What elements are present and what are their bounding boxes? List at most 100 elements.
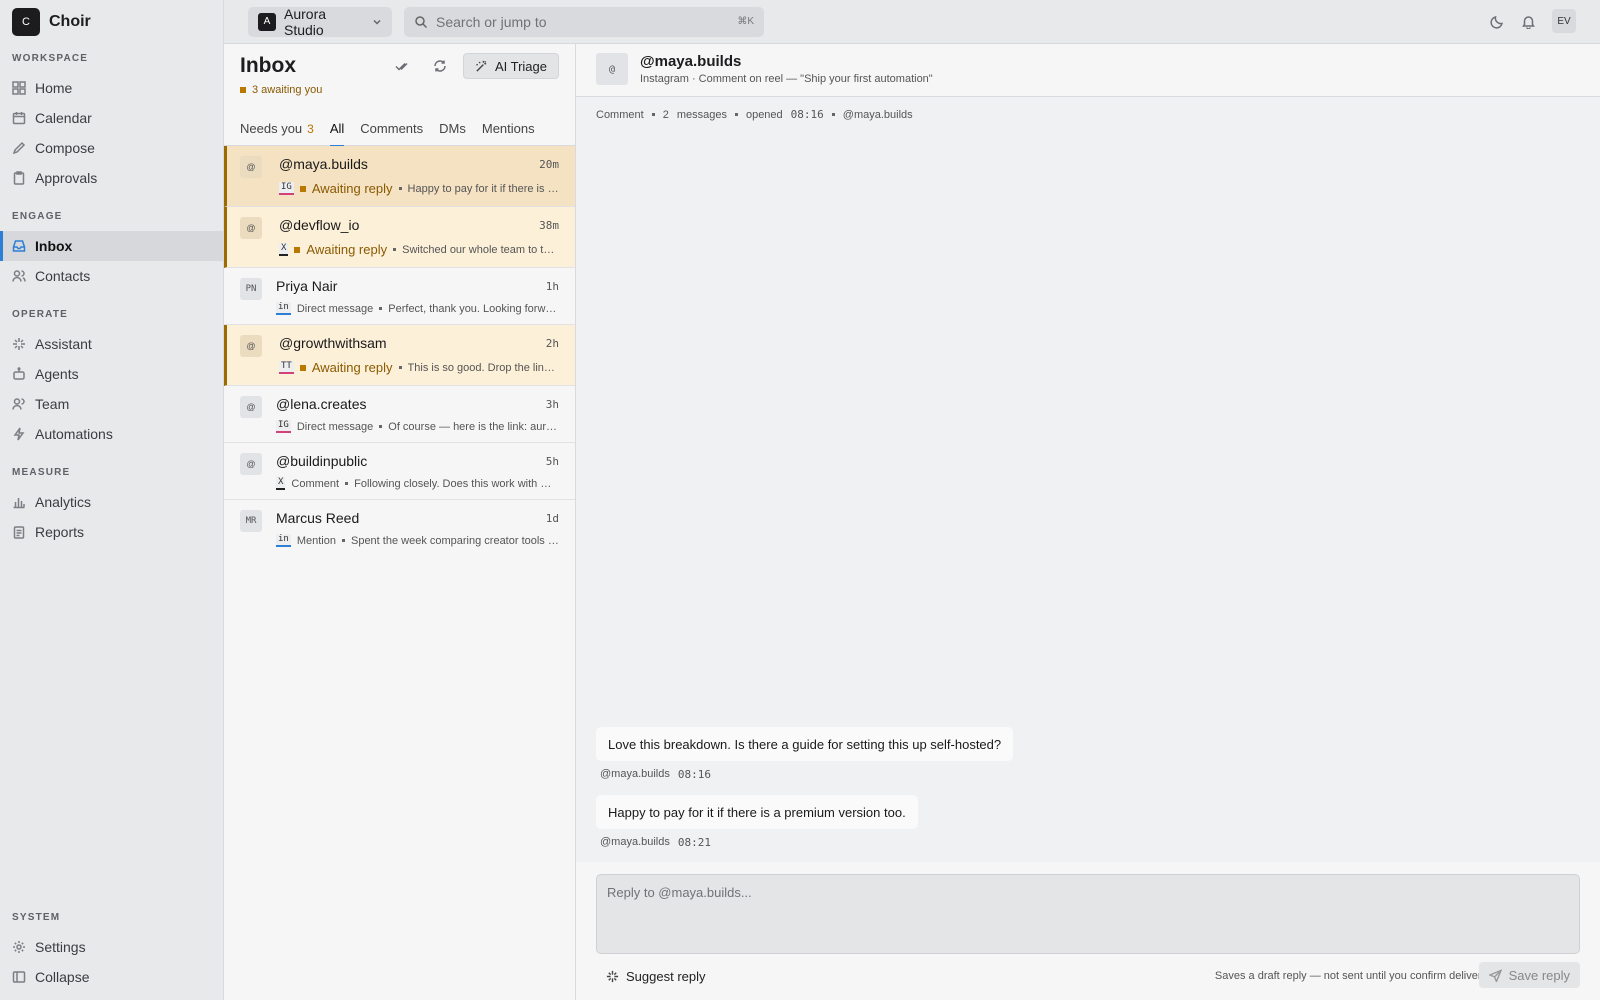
suggest-reply-label: Suggest reply <box>626 968 706 984</box>
inbox-header: Inbox 3 awaiting you AI Triage <box>224 44 575 112</box>
channel-badge: in <box>276 302 291 315</box>
grid-icon <box>12 81 26 95</box>
pen-icon <box>12 141 26 155</box>
avatar: @ <box>240 453 262 475</box>
conversation-time: 2h <box>545 337 559 350</box>
awaiting-text: 3 awaiting you <box>252 84 323 96</box>
awaiting-marker <box>240 87 246 93</box>
sidebar: C Choir WORKSPACE Home Calendar Compose … <box>0 0 224 1000</box>
reply-composer: Suggest reply Saves a draft reply — not … <box>576 862 1600 1000</box>
collapse-icon <box>12 971 26 983</box>
mark-all-read-button[interactable] <box>387 53 417 79</box>
conversation-time: 1d <box>545 512 559 525</box>
double-check-icon <box>395 62 408 71</box>
workspace-badge: A <box>258 12 276 31</box>
sidebar-item-label: Agents <box>35 366 79 382</box>
sidebar-item-calendar[interactable]: Calendar <box>0 103 223 133</box>
nav-section-operate: OPERATE <box>12 308 68 320</box>
channel-badge: in <box>276 534 291 547</box>
sidebar-item-automations[interactable]: Automations <box>0 419 223 449</box>
avatar: @ <box>240 156 262 178</box>
tab-count: 3 <box>307 121 314 136</box>
sidebar-item-reports[interactable]: Reports <box>0 517 223 547</box>
awaiting-marker <box>299 364 306 371</box>
avatar: MR <box>240 510 262 532</box>
sidebar-item-collapse[interactable]: Collapse <box>0 962 223 992</box>
list-item[interactable]: @ @growthwithsam 2h TT Awaiting reply Th… <box>224 325 575 386</box>
search-bar[interactable]: ⌘K <box>404 6 764 37</box>
separator-dot <box>398 366 402 369</box>
sidebar-item-team[interactable]: Team <box>0 389 223 419</box>
tab-needs-you[interactable]: Needs you 3 <box>240 112 314 146</box>
sidebar-item-contacts[interactable]: Contacts <box>0 261 223 291</box>
sparkle-icon <box>13 338 25 350</box>
refresh-button[interactable] <box>425 53 455 79</box>
sidebar-item-analytics[interactable]: Analytics <box>0 487 223 517</box>
search-shortcut: ⌘K <box>737 16 754 27</box>
conversation-name: @buildinpublic <box>276 453 368 469</box>
moon-icon[interactable] <box>1490 14 1505 29</box>
status-badge: Direct message <box>296 302 374 315</box>
tab-dms[interactable]: DMs <box>439 112 466 146</box>
search-input[interactable] <box>436 13 730 30</box>
sidebar-item-label: Collapse <box>35 969 90 985</box>
meta-opened-label: opened <box>745 108 783 121</box>
workspace-name: Aurora Studio <box>284 5 327 38</box>
tab-mentions[interactable]: Mentions <box>482 112 535 146</box>
sidebar-item-label: Team <box>35 396 70 412</box>
workspace-switcher[interactable]: A Aurora Studio <box>248 5 392 38</box>
sidebar-item-compose[interactable]: Compose <box>0 133 223 163</box>
status-badge: Awaiting reply <box>306 242 388 257</box>
list-item[interactable]: MR Marcus Reed 1d in Mention Spent the w… <box>224 500 575 557</box>
message-time: 08:21 <box>677 836 711 849</box>
sidebar-item-settings[interactable]: Settings <box>0 932 223 962</box>
sidebar-item-assistant[interactable]: Assistant <box>0 329 223 359</box>
sidebar-item-approvals[interactable]: Approvals <box>0 163 223 193</box>
bar-chart-icon <box>13 498 25 509</box>
list-item[interactable]: @ @lena.creates 3h IG Direct message Of … <box>224 386 575 443</box>
list-item[interactable]: @ @buildinpublic 5h X Comment Following … <box>224 443 575 500</box>
separator-dot <box>393 248 397 251</box>
inbox-panel: Inbox 3 awaiting you AI Triage Needs you… <box>224 44 576 1000</box>
sidebar-item-agents[interactable]: Agents <box>0 359 223 389</box>
conversation-time: 5h <box>545 455 559 468</box>
bell-icon[interactable] <box>1521 14 1536 29</box>
sparkle-icon <box>606 970 619 982</box>
status-badge: Mention <box>296 534 336 547</box>
separator-dot <box>379 425 383 428</box>
conversation-summary: IG Awaiting reply Happy to pay for it if… <box>279 181 559 196</box>
sidebar-item-home[interactable]: Home <box>0 73 223 103</box>
tab-all[interactable]: All <box>329 112 345 147</box>
message-meta: @maya.builds 08:21 <box>600 836 711 849</box>
meta-count: 2 <box>662 108 669 121</box>
list-item[interactable]: @ @maya.builds 20m IG Awaiting reply Hap… <box>224 146 575 207</box>
report-icon <box>13 526 25 539</box>
magic-wand-icon <box>476 60 487 72</box>
clipboard-icon <box>13 171 25 185</box>
status-badge: Comment <box>291 477 340 490</box>
avatar: @ <box>240 335 262 357</box>
separator-dot <box>379 307 383 310</box>
save-reply-button[interactable]: Save reply <box>1478 962 1580 988</box>
suggest-reply-button[interactable]: Suggest reply <box>606 964 706 988</box>
brand[interactable]: C Choir <box>0 0 223 44</box>
conversation-time: 3h <box>545 398 559 411</box>
ai-triage-button[interactable]: AI Triage <box>462 53 559 79</box>
sidebar-item-inbox[interactable]: Inbox <box>0 231 223 261</box>
bolt-icon <box>13 427 25 441</box>
status-badge: Awaiting reply <box>311 181 393 196</box>
list-item[interactable]: @ @devflow_io 38m X Awaiting reply Switc… <box>224 207 575 268</box>
inbox-tabs: Needs you 3 All Comments DMs Mentions <box>224 112 575 147</box>
list-item[interactable]: PN Priya Nair 1h in Direct message Perfe… <box>224 268 575 325</box>
sidebar-item-label: Inbox <box>35 238 73 254</box>
separator-dot <box>345 482 349 485</box>
meta-opened-time: 08:16 <box>790 108 824 121</box>
awaiting-marker <box>294 246 301 253</box>
user-avatar[interactable]: EV <box>1552 9 1576 33</box>
nav-section-measure: MEASURE <box>12 466 71 478</box>
tab-comments[interactable]: Comments <box>360 112 423 146</box>
search-icon <box>415 15 428 28</box>
reply-input[interactable] <box>596 874 1580 954</box>
conversation-name: @devflow_io <box>279 217 360 233</box>
conversation-summary: X Comment Following closely. Does this w… <box>276 477 559 490</box>
